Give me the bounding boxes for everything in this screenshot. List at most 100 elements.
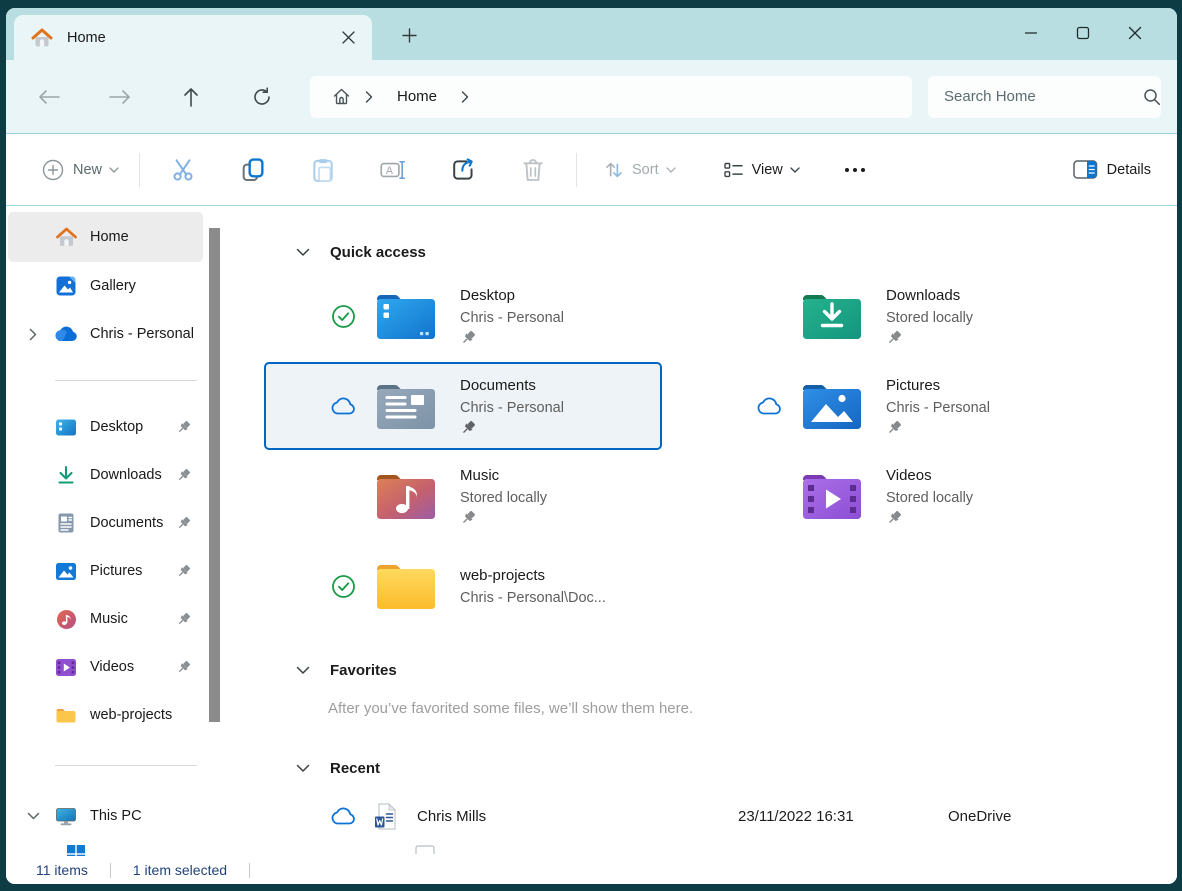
- pictures-folder-icon: [800, 380, 864, 432]
- status-bar: 11 items 1 item selected: [6, 856, 1177, 884]
- tab-home[interactable]: Home: [14, 15, 372, 60]
- new-button[interactable]: New: [30, 150, 131, 190]
- recent-file-row-partial: [414, 844, 1177, 854]
- sidebar-item-partial[interactable]: [66, 840, 205, 856]
- folder-icon: [54, 703, 78, 727]
- sidebar-item-label: This PC: [90, 808, 203, 824]
- tile-name: Downloads: [886, 284, 973, 307]
- view-button[interactable]: View: [712, 150, 812, 190]
- sidebar-item-documents[interactable]: Documents: [8, 499, 203, 547]
- sidebar-item-label: Home: [90, 229, 203, 245]
- view-button-label: View: [752, 162, 783, 178]
- toolbar-divider: [576, 153, 577, 187]
- sidebar-item-onedrive[interactable]: Chris - Personal: [8, 310, 203, 358]
- cut-button[interactable]: [148, 150, 218, 190]
- tile-name: web-projects: [460, 564, 606, 587]
- sidebar-item-label: Pictures: [90, 563, 176, 579]
- sidebar-item-downloads[interactable]: Downloads: [8, 451, 203, 499]
- onedrive-cloud-icon: [54, 322, 78, 346]
- sidebar-item-videos[interactable]: Videos: [8, 643, 203, 691]
- sidebar-item-this-pc[interactable]: This PC: [8, 792, 203, 840]
- breadcrumb-crumb-home[interactable]: Home: [381, 82, 453, 112]
- tile-name: Videos: [886, 464, 973, 487]
- scrollbar-thumb[interactable]: [209, 228, 220, 722]
- view-list-icon: [724, 162, 743, 178]
- search-box: [928, 76, 1161, 118]
- sort-button[interactable]: Sort: [593, 150, 688, 190]
- chevron-right-icon: [357, 91, 381, 103]
- recent-file-row[interactable]: Chris Mills 23/11/2022 16:31 OneDrive: [264, 796, 1177, 836]
- breadcrumb-crumb-label: Home: [387, 88, 447, 105]
- share-button[interactable]: [428, 150, 498, 190]
- command-toolbar: New A Sort: [6, 133, 1177, 206]
- pin-icon: [176, 420, 191, 435]
- status-divider: [110, 863, 111, 878]
- chevron-right-icon[interactable]: [453, 91, 477, 103]
- plus-circle-icon: [42, 159, 64, 181]
- breadcrumb-home-icon[interactable]: [326, 82, 357, 112]
- chevron-down-icon[interactable]: [20, 812, 46, 820]
- chevron-down-icon[interactable]: [296, 666, 310, 675]
- pin-icon: [886, 510, 973, 528]
- navigation-pane: Home Gallery Chris - Personal: [6, 206, 205, 856]
- sidebar-divider: [55, 765, 197, 766]
- forward-arrow-icon[interactable]: [97, 77, 143, 117]
- copy-button[interactable]: [218, 150, 288, 190]
- quickaccess-tile-videos[interactable]: Videos Stored locally: [690, 452, 1088, 540]
- synced-status-icon: [330, 304, 356, 329]
- documents-folder-icon: [374, 380, 438, 432]
- sidebar-item-web-projects[interactable]: web-projects: [8, 691, 203, 739]
- chevron-down-icon: [666, 167, 676, 173]
- new-tab-button[interactable]: [392, 18, 426, 52]
- quickaccess-tile-music[interactable]: Music Stored locally: [264, 452, 662, 540]
- sidebar-item-pictures[interactable]: Pictures: [8, 547, 203, 595]
- up-arrow-icon[interactable]: [168, 77, 214, 117]
- sidebar-item-music[interactable]: Music: [8, 595, 203, 643]
- delete-button[interactable]: [498, 150, 568, 190]
- chevron-right-icon[interactable]: [20, 328, 46, 341]
- quickaccess-tile-pictures[interactable]: Pictures Chris - Personal: [690, 362, 1088, 450]
- sidebar-item-home[interactable]: Home: [8, 212, 203, 262]
- sidebar-scrollbar[interactable]: [205, 206, 224, 856]
- close-icon[interactable]: [1109, 16, 1161, 50]
- tile-subtitle: Chris - Personal: [460, 397, 564, 419]
- recent-file-name: Chris Mills: [417, 808, 738, 825]
- search-input[interactable]: [944, 88, 1143, 105]
- section-title: Recent: [330, 760, 380, 777]
- cloud-status-icon: [756, 397, 782, 415]
- pin-icon: [886, 420, 990, 438]
- search-icon[interactable]: [1143, 88, 1161, 106]
- quickaccess-tile-downloads[interactable]: Downloads Stored locally: [690, 272, 1088, 360]
- quickaccess-tile-web-projects[interactable]: web-projects Chris - Personal\Doc...: [264, 542, 662, 630]
- sidebar-item-gallery[interactable]: Gallery: [8, 262, 203, 310]
- pictures-icon: [54, 559, 78, 583]
- synced-status-icon: [330, 574, 356, 599]
- minimize-icon[interactable]: [1005, 16, 1057, 50]
- status-selection: 1 item selected: [133, 862, 227, 878]
- more-options-button[interactable]: [832, 150, 878, 190]
- tile-subtitle: Stored locally: [460, 487, 547, 509]
- home-icon: [30, 27, 54, 49]
- quickaccess-tile-desktop[interactable]: Desktop Chris - Personal: [264, 272, 662, 360]
- paste-button[interactable]: [288, 150, 358, 190]
- pin-icon: [176, 660, 191, 675]
- status-item-count: 11 items: [36, 862, 88, 878]
- rename-button[interactable]: A: [358, 150, 428, 190]
- tab-close-icon[interactable]: [334, 24, 362, 52]
- recent-file-date: 23/11/2022 16:31: [738, 808, 948, 825]
- sidebar-item-desktop[interactable]: Desktop: [8, 403, 203, 451]
- word-document-icon: [374, 803, 397, 830]
- chevron-down-icon[interactable]: [296, 764, 310, 773]
- maximize-icon[interactable]: [1057, 16, 1109, 50]
- details-button[interactable]: Details: [1061, 150, 1163, 190]
- quickaccess-tile-documents[interactable]: Documents Chris - Personal: [264, 362, 662, 450]
- chevron-down-icon[interactable]: [296, 248, 310, 257]
- refresh-icon[interactable]: [239, 77, 285, 117]
- tile-name: Music: [460, 464, 547, 487]
- back-arrow-icon[interactable]: [26, 77, 72, 117]
- sidebar-divider: [55, 380, 197, 381]
- window-controls: [1005, 16, 1161, 50]
- section-recent-header: Recent: [264, 756, 1177, 780]
- tab-title: Home: [67, 30, 334, 46]
- chevron-down-icon: [109, 167, 119, 173]
